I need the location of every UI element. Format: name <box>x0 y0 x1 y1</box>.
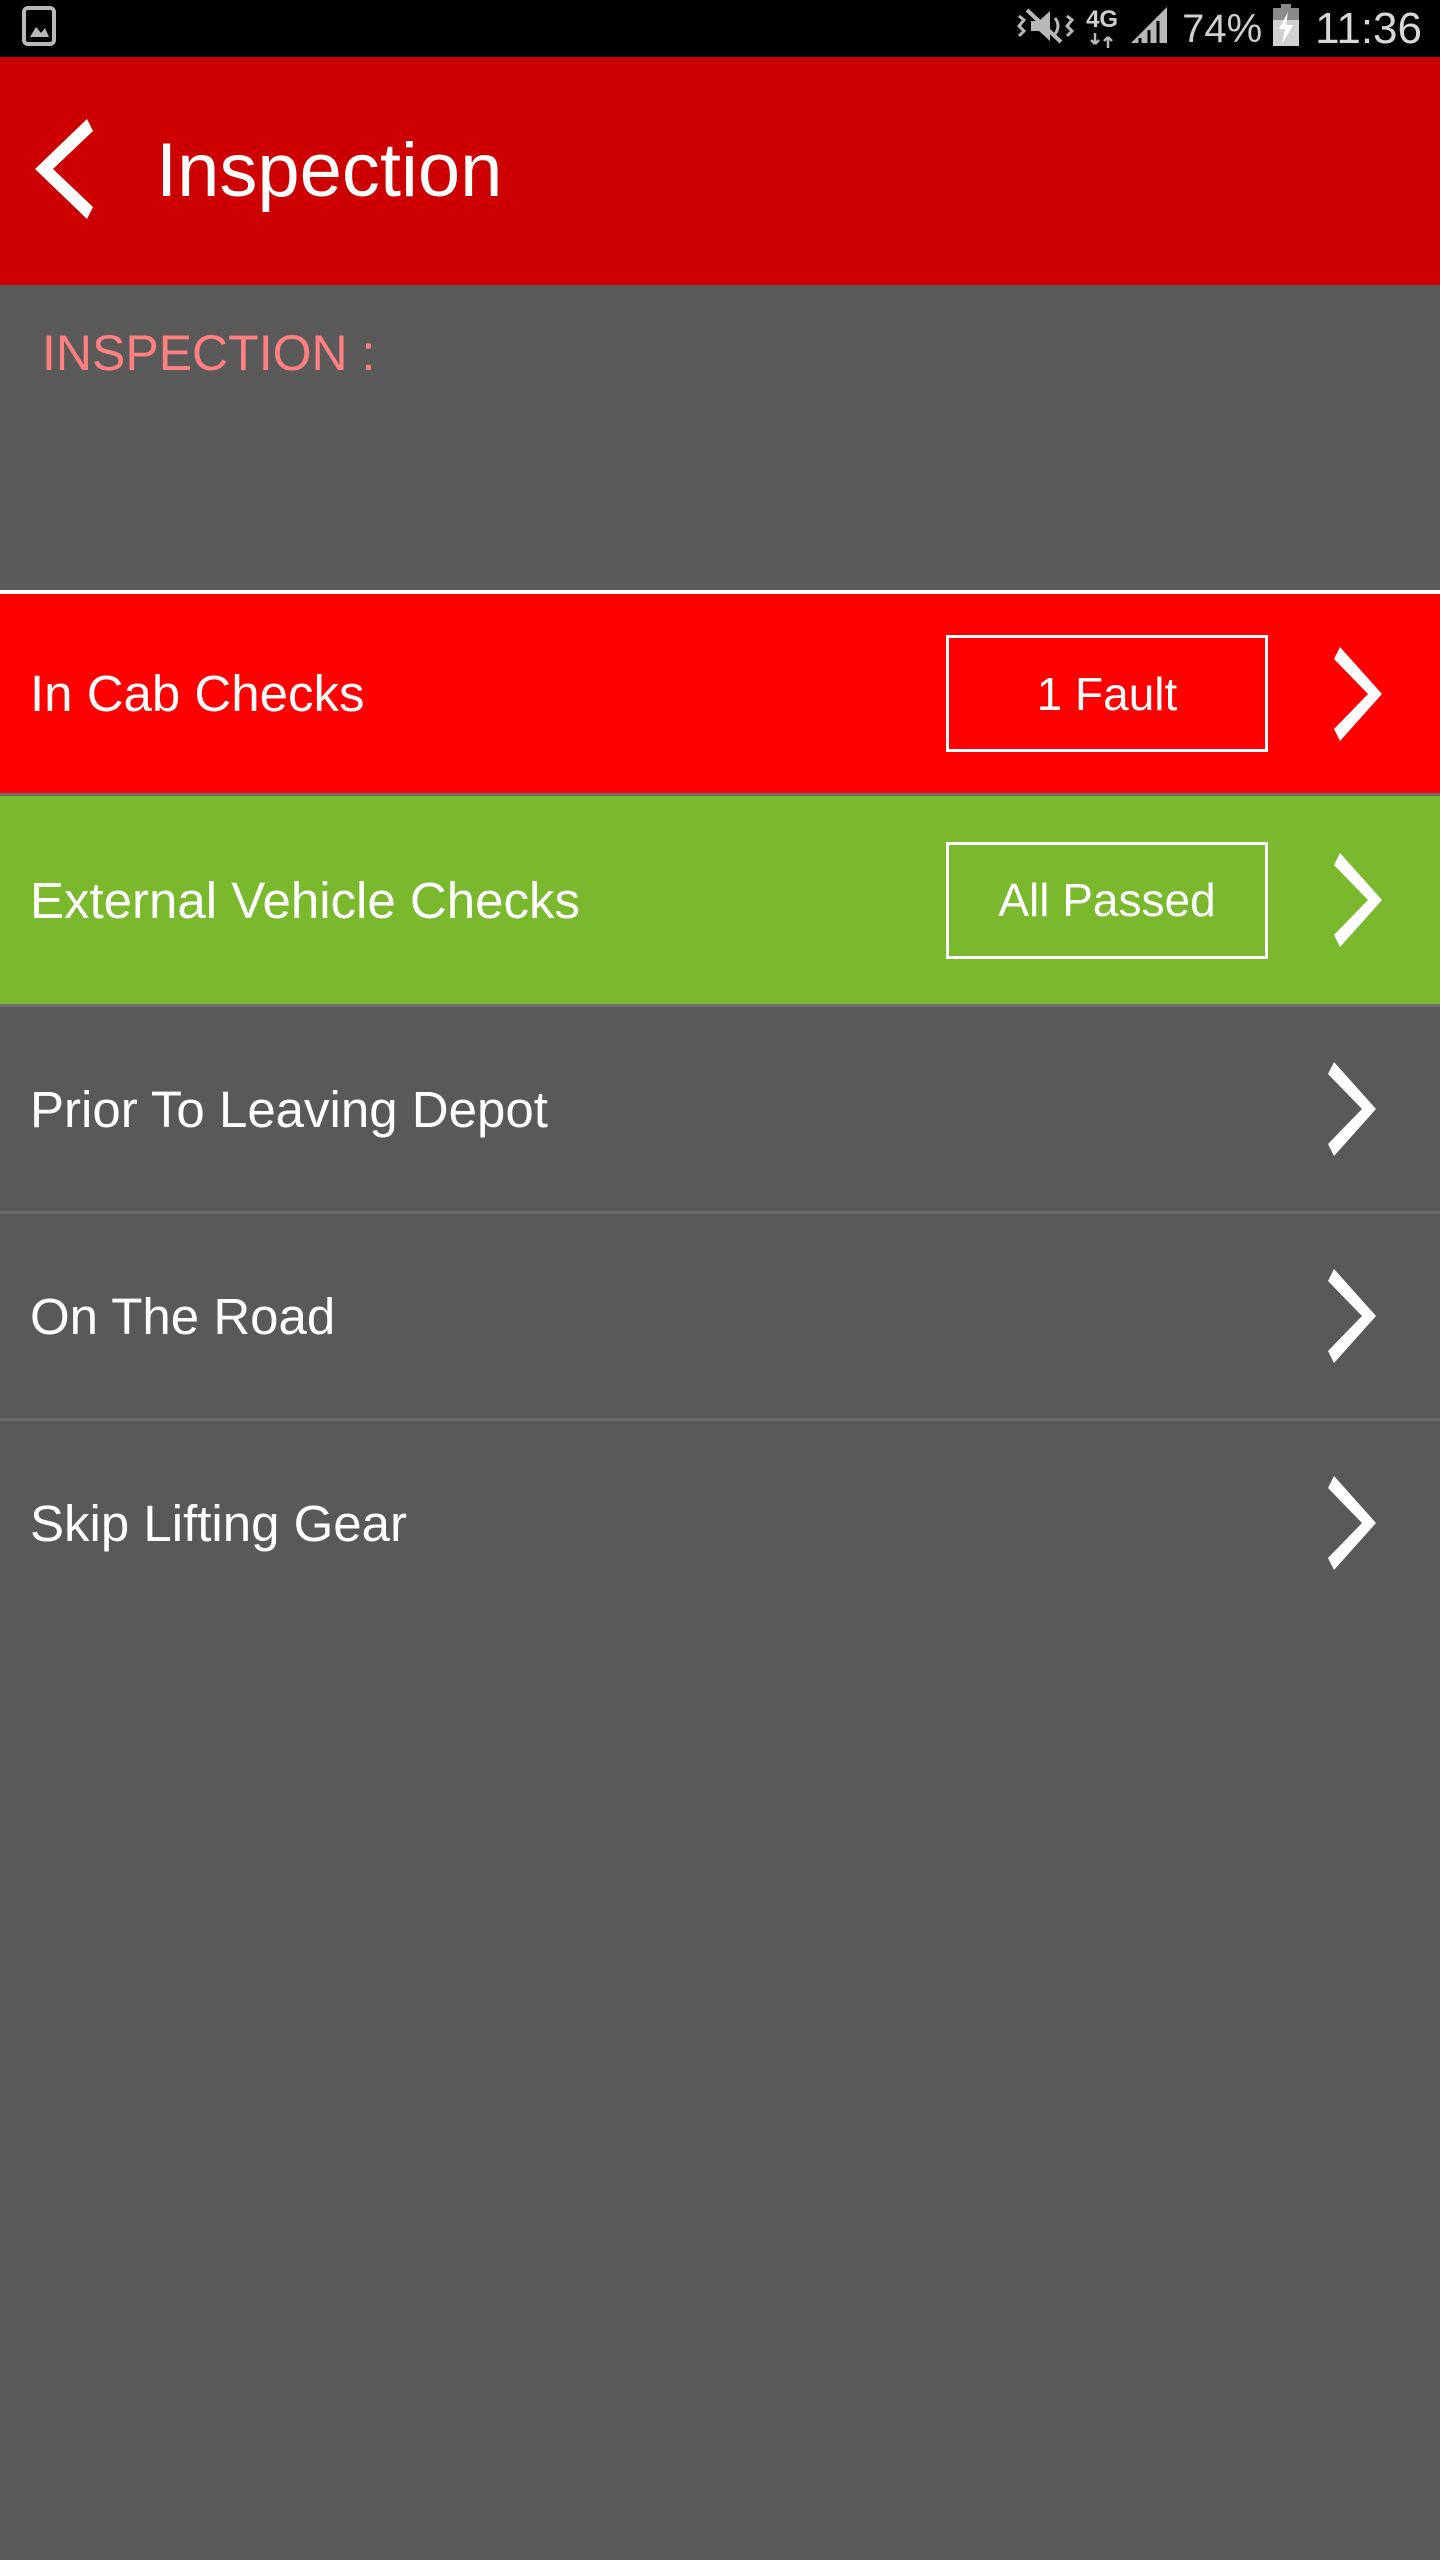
chevron-right-icon <box>1298 1060 1406 1158</box>
list-item-skip-lifting-gear[interactable]: Skip Lifting Gear <box>0 1421 1440 1625</box>
app-header: Inspection <box>0 57 1440 285</box>
list-item-external-vehicle-checks[interactable]: External Vehicle Checks All Passed <box>0 796 1440 1004</box>
status-badge-label: 1 Fault <box>1036 667 1178 720</box>
image-notification-icon <box>22 6 56 51</box>
list-item-label: On The Road <box>30 1287 336 1345</box>
list-item-on-the-road[interactable]: On The Road <box>0 1214 1440 1418</box>
back-button[interactable] <box>0 57 128 285</box>
chevron-right-icon <box>1298 1474 1406 1572</box>
inspection-section-label: INSPECTION : <box>42 325 376 381</box>
list-item-label: Skip Lifting Gear <box>30 1494 408 1552</box>
status-badge-passed: All Passed <box>946 841 1268 959</box>
4g-data-icon: 4G <box>1086 8 1118 49</box>
battery-percent-label: 74% <box>1182 6 1263 51</box>
status-bar-right: 4G 74% 11:36 <box>1015 4 1422 53</box>
list-item-label: External Vehicle Checks <box>30 871 580 929</box>
vibrate-mute-icon <box>1015 4 1077 53</box>
signal-bars-icon <box>1127 5 1173 52</box>
list-item-in-cab-checks[interactable]: In Cab Checks 1 Fault <box>0 594 1440 793</box>
chevron-right-icon <box>1304 645 1412 743</box>
status-badge-fault: 1 Fault <box>946 635 1268 752</box>
app-screen: 4G 74% 11:36 Inspection INSPECTION: In … <box>0 0 1440 2560</box>
inspection-list: In Cab Checks 1 Fault External Vehicle C… <box>0 594 1440 1625</box>
status-bar: 4G 74% 11:36 <box>0 0 1440 57</box>
back-chevron-icon <box>27 117 101 226</box>
chevron-right-icon <box>1298 1267 1406 1365</box>
battery-charging-icon <box>1271 4 1301 53</box>
status-bar-left <box>22 6 56 51</box>
inspection-section-header: INSPECTION : <box>0 285 1440 590</box>
clock-label: 11:36 <box>1315 3 1422 53</box>
network-type-label: 4G <box>1086 6 1119 33</box>
list-item-prior-to-leaving-depot[interactable]: Prior To Leaving Depot <box>0 1007 1440 1211</box>
chevron-right-icon <box>1304 851 1412 949</box>
list-item-label: Prior To Leaving Depot <box>30 1080 548 1138</box>
status-badge-label: All Passed <box>998 874 1216 926</box>
list-item-label: In Cab Checks <box>30 665 365 722</box>
page-title: Inspection <box>156 128 503 213</box>
